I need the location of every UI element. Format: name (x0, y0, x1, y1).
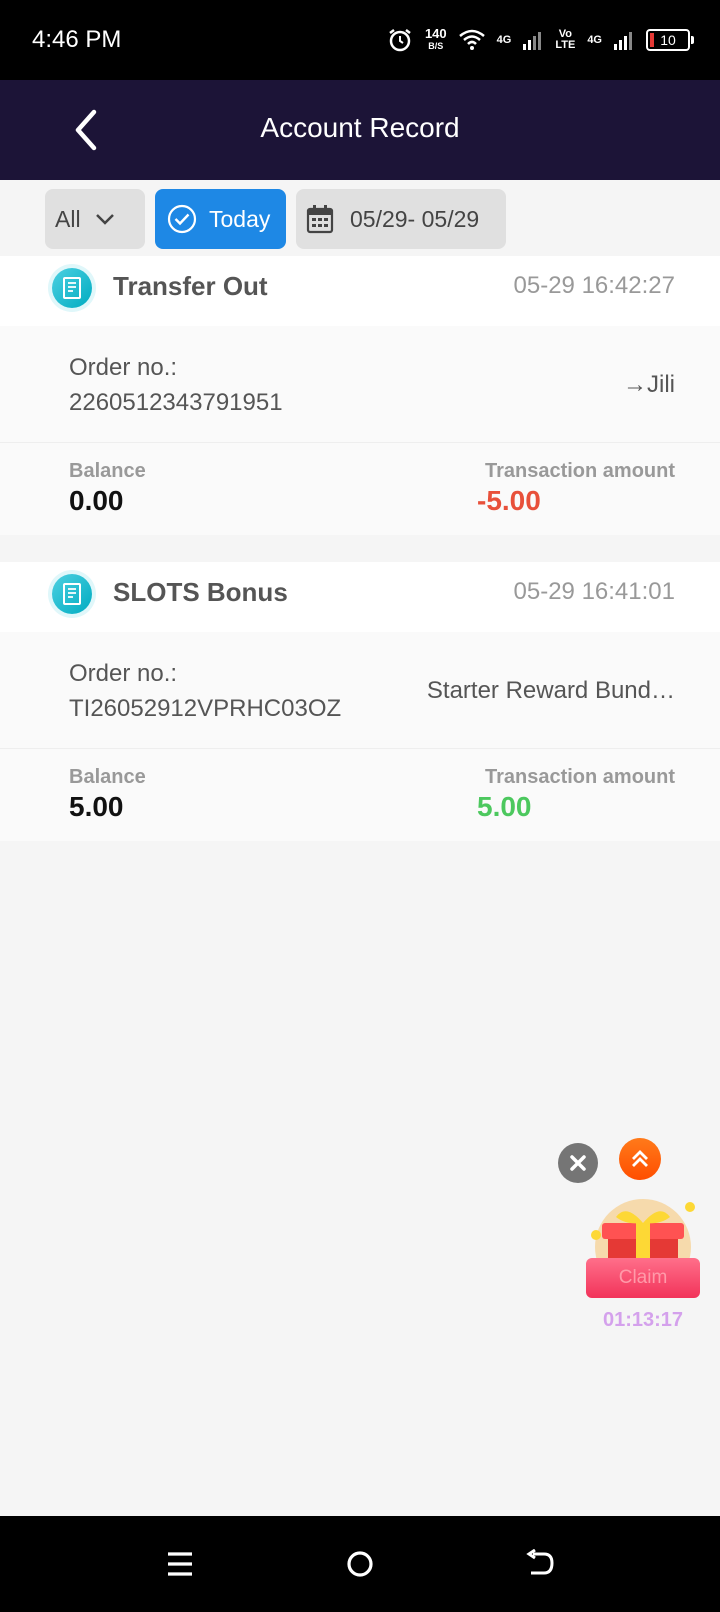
date-range-value: 05/29- 05/29 (350, 205, 480, 232)
home-button[interactable] (338, 1544, 382, 1584)
balance-label: Balance (69, 460, 146, 482)
claim-countdown: 01:13:17 (602, 1309, 684, 1331)
order-number: 2260512343791951 (69, 389, 283, 416)
battery-level: 10 (660, 32, 676, 48)
signal-label-2: 4G (587, 33, 602, 46)
balance-value: 5.00 (69, 791, 124, 822)
order-label: Order no.: (69, 354, 178, 381)
amount-label: Transaction amount (484, 766, 675, 788)
order-label: Order no.: (69, 660, 178, 687)
receipt-icon (52, 268, 92, 308)
record-amounts: Balance 0.00 Transaction amount -5.00 (0, 443, 720, 535)
net-speed: 140 B/S (424, 26, 447, 51)
record-card[interactable]: Transfer Out 05-29 16:42:27 Order no.: 2… (0, 256, 720, 535)
today-filter-button[interactable]: Today (155, 189, 286, 249)
home-circle-icon (347, 1551, 373, 1577)
record-destination: →Jili (623, 371, 675, 398)
record-destination: Starter Reward Bund… (426, 677, 675, 704)
type-filter-value: All (55, 205, 81, 232)
scroll-top-button[interactable] (619, 1138, 661, 1180)
record-amounts: Balance 5.00 Transaction amount 5.00 (0, 749, 720, 841)
filter-bar: All Today 05/29- 05/29 (0, 180, 720, 256)
battery-icon: 10 (646, 29, 694, 51)
wifi-icon (458, 29, 485, 50)
signal-bars-icon (614, 32, 632, 50)
order-number: TI26052912VPRHC03OZ (69, 695, 342, 722)
receipt-glyph (63, 583, 81, 605)
record-title: SLOTS Bonus (113, 577, 288, 607)
chevron-down-icon (95, 214, 114, 225)
record-order: Order no.: 2260512343791951 →Jili (0, 326, 720, 443)
page-title: Account Record (260, 112, 460, 143)
receipt-icon (52, 574, 92, 614)
record-timestamp: 05-29 16:41:01 (513, 578, 675, 605)
system-nav-bar (0, 1516, 720, 1612)
record-card[interactable]: SLOTS Bonus 05-29 16:41:01 Order no.: TI… (0, 562, 720, 841)
signal-bars-icon (523, 32, 542, 50)
back-nav-button[interactable] (518, 1544, 562, 1584)
check-circle-icon (167, 204, 197, 234)
close-icon (570, 1155, 586, 1171)
today-label: Today (209, 205, 271, 232)
claim-button[interactable]: Claim (586, 1258, 700, 1298)
record-header: SLOTS Bonus 05-29 16:41:01 (0, 562, 720, 632)
double-chevron-up-icon (632, 1150, 648, 1167)
amount-value: -5.00 (477, 485, 541, 516)
menu-icon (168, 1552, 192, 1576)
amount-label: Transaction amount (484, 460, 675, 482)
record-order: Order no.: TI26052912VPRHC03OZ Starter R… (0, 632, 720, 749)
amount-value: 5.00 (477, 791, 532, 822)
header: Account Record (0, 80, 720, 180)
record-header: Transfer Out 05-29 16:42:27 (0, 256, 720, 326)
balance-value: 0.00 (69, 485, 124, 516)
calendar-icon (306, 205, 334, 234)
receipt-glyph (63, 277, 81, 299)
alarm-icon (389, 29, 411, 52)
record-timestamp: 05-29 16:42:27 (513, 272, 675, 299)
record-title: Transfer Out (113, 271, 268, 301)
signal-label-1: 4G (496, 33, 512, 46)
return-icon (526, 1549, 554, 1575)
balance-label: Balance (69, 766, 146, 788)
type-filter-dropdown[interactable]: All (45, 189, 145, 249)
close-promo-button[interactable] (558, 1143, 598, 1183)
recents-button[interactable] (158, 1544, 202, 1584)
status-icons: 140 B/S 4G Vo LTE 4G 10 (387, 22, 694, 58)
volte-label: Vo LTE (555, 28, 576, 51)
date-range-picker[interactable]: 05/29- 05/29 (296, 189, 506, 249)
status-time: 4:46 PM (32, 26, 122, 53)
status-bar: 4:46 PM 140 B/S 4G Vo LTE 4G 10 (0, 0, 720, 80)
